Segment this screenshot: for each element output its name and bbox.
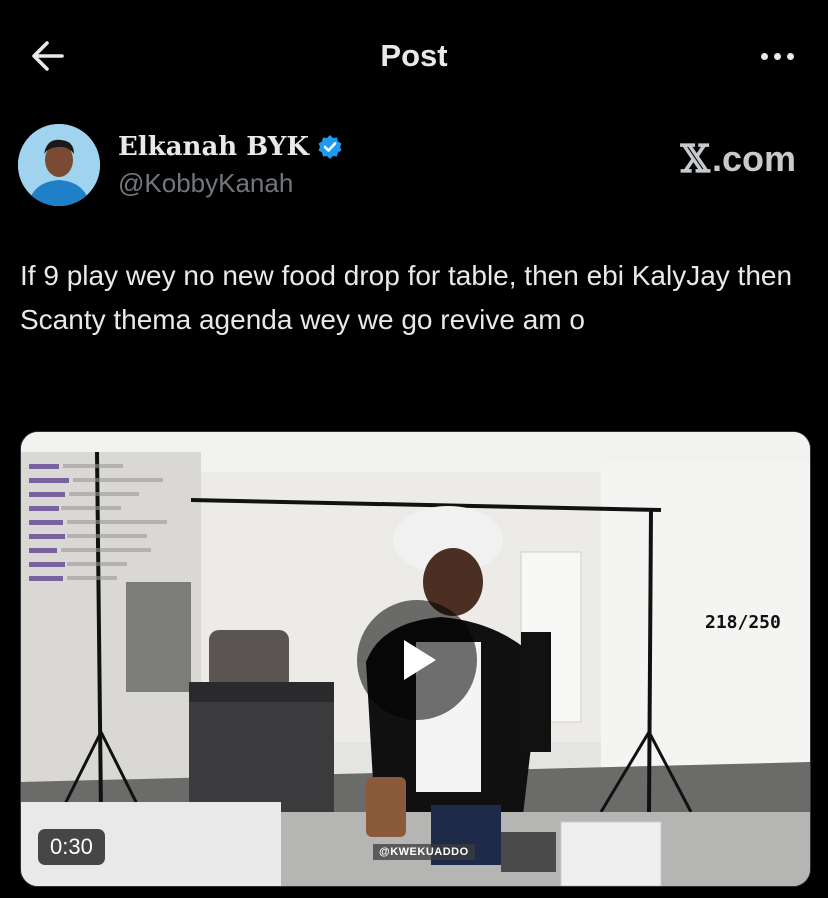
top-bar: Post bbox=[0, 0, 828, 112]
play-icon bbox=[404, 640, 436, 680]
more-options-button[interactable] bbox=[752, 34, 802, 78]
post-text: If 9 play wey no new food drop for table… bbox=[20, 260, 793, 335]
x-com-logo: 𝕏 .com bbox=[680, 136, 796, 181]
author-info: Elkanah BYK @KobbyKanah bbox=[118, 132, 343, 199]
video-player[interactable]: 218/250 @KWEKUADDO 0:30 bbox=[20, 431, 811, 887]
avatar-image bbox=[18, 124, 100, 206]
brand-suffix: .com bbox=[711, 137, 796, 179]
verified-badge-icon bbox=[318, 135, 342, 159]
avatar[interactable] bbox=[18, 124, 100, 206]
play-button[interactable] bbox=[357, 600, 477, 720]
x-logo-icon: 𝕏 bbox=[680, 136, 710, 181]
more-options-icon bbox=[760, 52, 768, 60]
author-handle[interactable]: @KobbyKanah bbox=[118, 168, 343, 199]
video-overlay-counter: 218/250 bbox=[705, 612, 781, 633]
author-name[interactable]: Elkanah BYK bbox=[118, 132, 309, 162]
video-duration: 0:30 bbox=[38, 829, 105, 865]
video-watermark: @KWEKUADDO bbox=[373, 844, 475, 860]
page-title: Post bbox=[380, 38, 448, 73]
